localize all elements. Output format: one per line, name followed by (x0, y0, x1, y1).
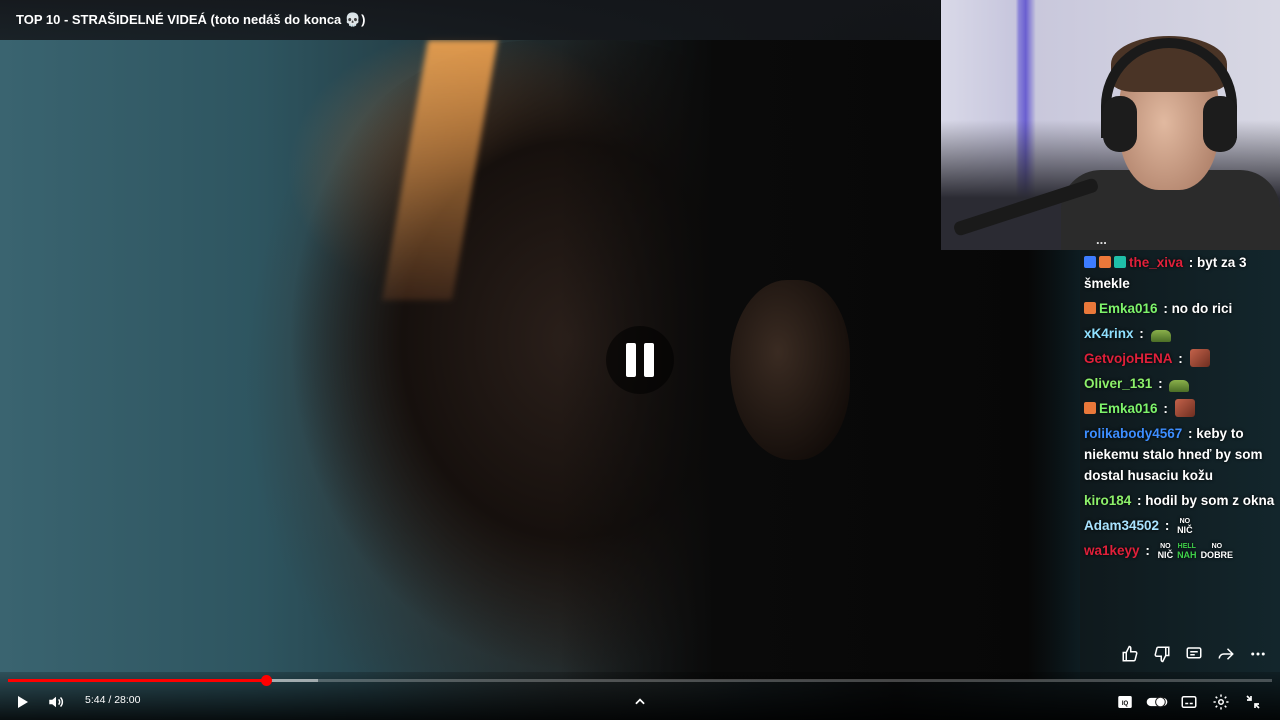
chat-badge-icon (1084, 256, 1096, 268)
chat-word-emote: NO DOBRE (1200, 543, 1234, 560)
chat-username[interactable]: Emka016 (1099, 301, 1158, 316)
chat-username[interactable]: kiro184 (1084, 493, 1131, 508)
chat-emote-icon (1169, 380, 1190, 392)
chat-separator: : (1159, 401, 1172, 416)
pause-bar-left (626, 343, 636, 377)
chat-badge-icon (1099, 256, 1111, 268)
video-title[interactable]: TOP 10 - STRAŠIDELNÉ VIDEÁ (toto nedáš d… (16, 12, 365, 28)
chat-word-emote: NO NIČ (1177, 518, 1193, 535)
chevron-up-icon[interactable] (628, 690, 652, 714)
chat-username[interactable]: the_xiva (1129, 255, 1183, 270)
chat-message: xK4rinx : (1080, 321, 1280, 346)
chat-separator: : (1135, 326, 1148, 341)
chat-separator: : (1174, 351, 1187, 366)
exit-fullscreen-icon[interactable] (1241, 690, 1265, 714)
thumbs-down-icon[interactable] (1150, 642, 1174, 666)
chat-word-emote: NO NIČ (1157, 543, 1174, 560)
chat-username[interactable]: Oliver_131 (1084, 376, 1152, 391)
chat-emote-icon (1174, 399, 1195, 417)
volume-icon[interactable] (44, 690, 68, 714)
chat-word-emote-line: DOBRE (1200, 550, 1234, 560)
chat-message: Emka016 : no do rici (1080, 296, 1280, 321)
current-time: 5:44 (85, 694, 106, 706)
chat-message: kiro184 : hodil by som z okna (1080, 488, 1280, 513)
chat-message: Adam34502 : NO NIČ (1080, 513, 1280, 538)
autoplay-toggle-icon[interactable] (1145, 690, 1169, 714)
chat-separator: : (1141, 543, 1154, 558)
webcam-overlay (941, 0, 1280, 250)
subtitles-icon[interactable] (1177, 690, 1201, 714)
chat-emote-icon (1189, 349, 1210, 367)
chat-separator: : (1161, 518, 1174, 533)
chat-username[interactable]: rolikabody4567 (1084, 426, 1182, 441)
pause-bar-right (644, 343, 654, 377)
chat-badge-icon (1084, 302, 1096, 314)
chat-username[interactable]: xK4rinx (1084, 326, 1134, 341)
chat-message: rolikabody4567 : keby to niekemu stalo h… (1080, 421, 1280, 488)
headphone-cup-left (1103, 96, 1137, 152)
chat-word-emote-line: NIČ (1177, 525, 1193, 535)
chat-separator: : (1184, 426, 1197, 441)
chat-separator: : (1159, 301, 1172, 316)
chat-message: the_xiva : byt za 3 šmekle (1080, 250, 1280, 296)
chat-word-emote-line: NIČ (1157, 550, 1174, 560)
chat-username[interactable]: wa1keyy (1084, 543, 1140, 558)
center-pause-icon[interactable] (606, 326, 674, 394)
thumbs-up-icon[interactable] (1118, 642, 1142, 666)
svg-text:IQ: IQ (1122, 701, 1129, 707)
chat-text: hodil by som z okna (1145, 493, 1275, 508)
progress-played (8, 679, 266, 682)
video-ear (730, 280, 850, 460)
chat-separator: : (1133, 493, 1146, 508)
side-actions (1118, 642, 1270, 666)
time-display: 5:44 / 28:00 (85, 694, 140, 706)
chat-word-emote: HELL NAH (1177, 543, 1197, 560)
title-bar: TOP 10 - STRAŠIDELNÉ VIDEÁ (toto nedáš d… (0, 0, 940, 40)
chat-separator: : (1154, 376, 1167, 391)
headphone-cup-right (1203, 96, 1237, 152)
chat-badge-icon (1084, 402, 1096, 414)
chat-username[interactable]: GetvojoHENA (1084, 351, 1173, 366)
chat-message: wa1keyy : NO NIČ HELL NAH NO DOBRE (1080, 538, 1280, 563)
chat-word-emote-line: NAH (1177, 550, 1197, 560)
play-icon[interactable] (10, 690, 34, 714)
chat-badge-icon (1114, 256, 1126, 268)
chat-username[interactable]: Adam34502 (1084, 518, 1159, 533)
more-icon[interactable] (1246, 642, 1270, 666)
captions-icon[interactable]: IQ (1113, 690, 1137, 714)
comments-icon[interactable] (1182, 642, 1206, 666)
chat-cut-message: ... (1096, 232, 1107, 247)
chat-text: no do rici (1171, 301, 1233, 316)
chat-message: GetvojoHENA : (1080, 346, 1280, 371)
chat-message: Oliver_131 : (1080, 371, 1280, 396)
duration: 28:00 (114, 694, 141, 706)
chat-emote-icon (1150, 330, 1171, 342)
chat-message: Emka016 : (1080, 396, 1280, 421)
chat-username[interactable]: Emka016 (1099, 401, 1158, 416)
progress-bar[interactable] (8, 675, 1272, 686)
progress-scrubber[interactable] (260, 675, 272, 686)
settings-icon[interactable] (1209, 690, 1233, 714)
chat-separator: : (1185, 255, 1198, 270)
chat-overlay: the_xiva : byt za 3 šmekle Emka016 : no d… (1080, 250, 1280, 563)
share-icon[interactable] (1214, 642, 1238, 666)
